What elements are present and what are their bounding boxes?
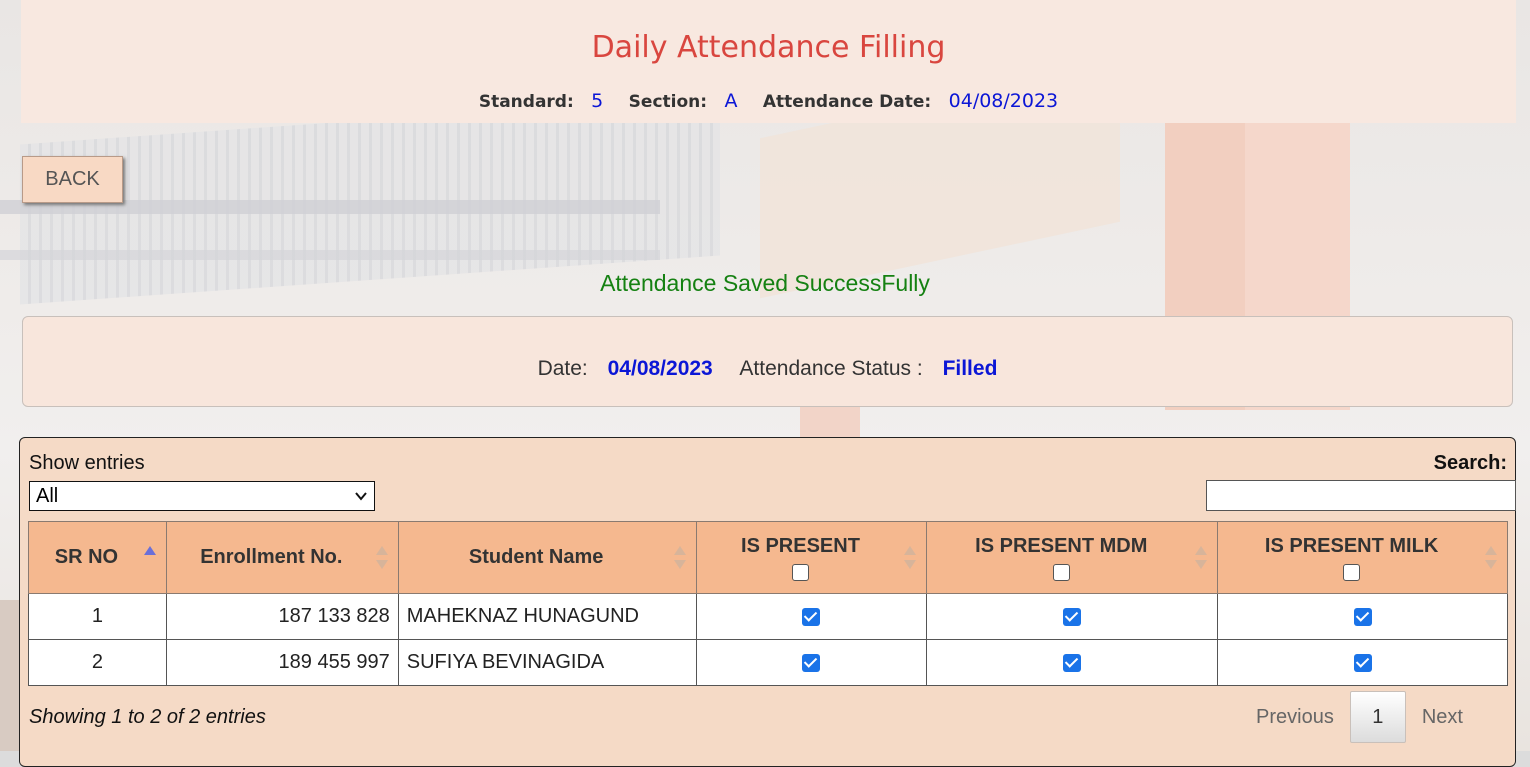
status-date-label: Date: <box>537 357 588 380</box>
section-label: Section: <box>628 92 708 112</box>
chevron-down-icon <box>355 492 367 501</box>
table-row: 2 189 455 997 SUFIYA BEVINAGIDA <box>28 639 1508 686</box>
attendance-status-value: Filled <box>942 357 998 380</box>
column-label: SR NO <box>54 546 119 568</box>
enrollment-cell: 187 133 828 <box>165 593 399 640</box>
is-present-mdm-checkbox[interactable] <box>1063 607 1082 626</box>
column-header-enrollment[interactable]: Enrollment No. <box>165 521 399 594</box>
column-header-is-present-mdm[interactable]: IS PRESENT MDM <box>926 521 1219 594</box>
entries-select-value: All <box>36 484 59 507</box>
select-all-present-checkbox[interactable] <box>791 563 809 581</box>
standard-value: 5 <box>591 90 604 112</box>
sort-icon <box>375 546 388 572</box>
student-name-cell: SUFIYA BEVINAGIDA <box>397 639 697 686</box>
page-title: Daily Attendance Filling <box>591 30 946 65</box>
entries-select[interactable]: All <box>29 481 375 511</box>
is-present-checkbox[interactable] <box>802 607 821 626</box>
is-present-milk-checkbox[interactable] <box>1353 653 1372 672</box>
table-info-text: Showing 1 to 2 of 2 entries <box>29 706 266 728</box>
column-header-student-name[interactable]: Student Name <box>397 521 697 594</box>
student-name-cell: MAHEKNAZ HUNAGUND <box>397 593 697 640</box>
header-panel: Daily Attendance Filling Standard: 5 Sec… <box>21 0 1516 123</box>
attendance-table-panel: Show entries All Search: SR NO Enrollmen… <box>19 437 1516 767</box>
is-present-cell <box>695 639 928 686</box>
section-value: A <box>724 90 738 112</box>
column-header-is-present-milk[interactable]: IS PRESENT MILK <box>1217 521 1508 594</box>
status-row: Date: 04/08/2023 Attendance Status : Fil… <box>23 357 1512 381</box>
previous-page-button[interactable]: Previous <box>1240 706 1350 729</box>
attendance-table: SR NO Enrollment No. Student Name IS PRE… <box>28 521 1508 686</box>
class-meta-row: Standard: 5 Section: A Attendance Date: … <box>21 90 1516 112</box>
column-header-sr-no[interactable]: SR NO <box>28 521 167 594</box>
is-present-milk-checkbox[interactable] <box>1353 607 1372 626</box>
attendance-status-label: Attendance Status : <box>739 357 923 380</box>
background-edge <box>0 600 20 751</box>
is-present-mdm-cell <box>926 593 1219 640</box>
show-entries-label: Show entries <box>29 452 145 474</box>
sort-icon <box>1485 546 1497 572</box>
select-all-milk-checkbox[interactable] <box>1343 563 1361 581</box>
column-label: IS PRESENT <box>741 534 860 557</box>
back-button[interactable]: BACK <box>22 156 123 203</box>
is-present-milk-cell <box>1217 593 1508 640</box>
pagination: Previous 1 Next <box>1240 691 1479 743</box>
sort-icon <box>1195 546 1208 572</box>
table-row: 1 187 133 828 MAHEKNAZ HUNAGUND <box>28 593 1508 640</box>
column-label: IS PRESENT MDM <box>975 534 1148 557</box>
next-page-button[interactable]: Next <box>1406 706 1479 729</box>
select-all-mdm-checkbox[interactable] <box>1052 563 1070 581</box>
sr-no-cell: 2 <box>28 639 167 686</box>
success-message: Attendance Saved SuccessFully <box>600 270 930 296</box>
sort-icon <box>904 546 917 572</box>
sort-icon <box>673 546 686 572</box>
column-header-is-present[interactable]: IS PRESENT <box>695 521 928 594</box>
sr-no-cell: 1 <box>28 593 167 640</box>
is-present-cell <box>695 593 928 640</box>
sort-ascending-icon <box>143 546 156 572</box>
status-date-value: 04/08/2023 <box>607 357 713 380</box>
background-rail-lower <box>0 250 660 260</box>
attendance-status-panel: Date: 04/08/2023 Attendance Status : Fil… <box>22 316 1513 407</box>
attendance-date-label: Attendance Date: <box>762 92 932 112</box>
is-present-milk-cell <box>1217 639 1508 686</box>
is-present-mdm-cell <box>926 639 1219 686</box>
search-input[interactable] <box>1206 480 1516 511</box>
column-label: IS PRESENT MILK <box>1264 534 1439 557</box>
is-present-mdm-checkbox[interactable] <box>1063 653 1082 672</box>
search-label: Search: <box>1433 452 1507 474</box>
enrollment-cell: 189 455 997 <box>165 639 399 686</box>
page-1-button[interactable]: 1 <box>1349 691 1406 743</box>
column-label: Enrollment No. <box>200 546 343 568</box>
attendance-date-value: 04/08/2023 <box>948 90 1059 112</box>
standard-label: Standard: <box>478 92 574 112</box>
is-present-checkbox[interactable] <box>802 653 821 672</box>
column-label: Student Name <box>468 546 604 568</box>
table-header-row: SR NO Enrollment No. Student Name IS PRE… <box>28 521 1508 594</box>
